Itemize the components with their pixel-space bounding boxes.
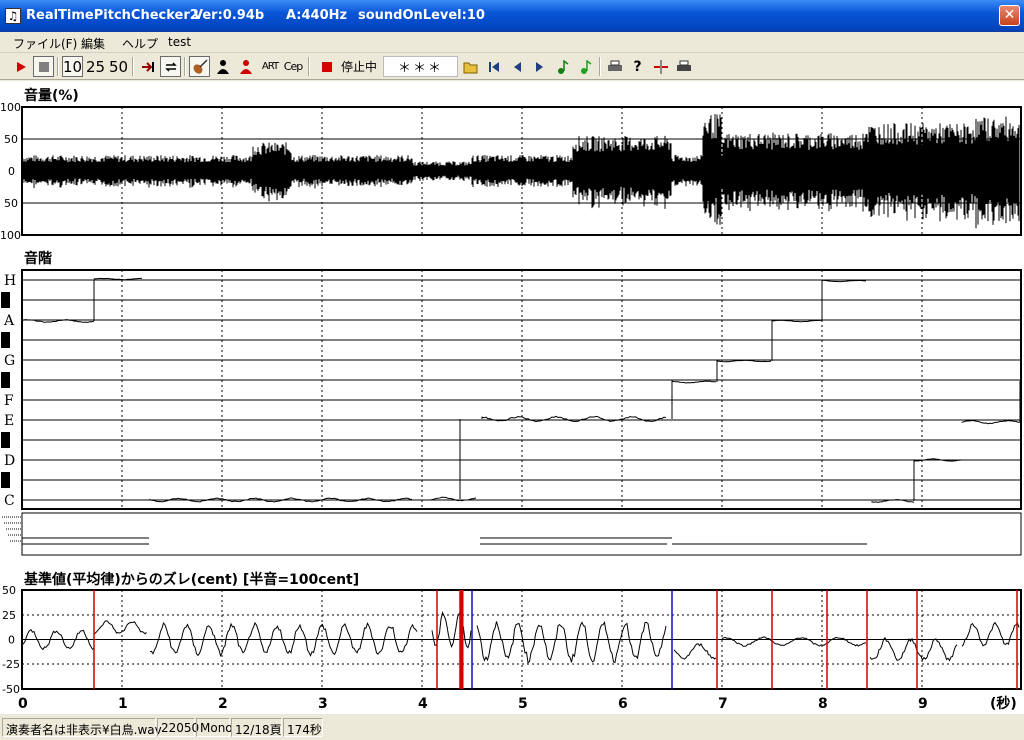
note2-button[interactable] bbox=[575, 56, 596, 77]
next-button[interactable] bbox=[529, 56, 550, 77]
stop-button[interactable] bbox=[33, 56, 54, 77]
main-area: 音量(%) 音階 基準値(平均律)からのズレ(cent) [半音=100cent… bbox=[0, 81, 1024, 714]
print2-icon bbox=[676, 60, 691, 71]
volume-tick-label: 100 bbox=[0, 101, 21, 114]
volume-tick-label: 0 bbox=[8, 165, 15, 178]
record-button[interactable] bbox=[316, 56, 337, 77]
loop-icon bbox=[164, 61, 177, 72]
menu-edit[interactable]: 編集 bbox=[81, 35, 105, 52]
time-tick-label: 2 bbox=[218, 696, 228, 712]
note-icon bbox=[557, 59, 568, 74]
open-folder-button[interactable] bbox=[460, 56, 481, 77]
status-duration: 174秒 bbox=[283, 718, 323, 737]
print-icon bbox=[607, 60, 622, 71]
violin-icon bbox=[193, 58, 208, 74]
time-tick-label: 0 bbox=[18, 696, 28, 712]
black-key-marker bbox=[1, 292, 10, 308]
speed-50-button[interactable]: 50 bbox=[108, 56, 129, 77]
person-button[interactable] bbox=[212, 56, 233, 77]
deviation-tick-label: 25 bbox=[2, 609, 16, 622]
scale-note-label: D bbox=[4, 453, 15, 469]
cep-button[interactable]: Cep bbox=[283, 56, 303, 77]
art-button[interactable]: ART bbox=[260, 56, 280, 77]
black-key-marker bbox=[1, 432, 10, 448]
menu-bar: ファイル(F) 編集 ヘルプ test bbox=[0, 32, 1024, 53]
toolbar: 10 25 50 ART Cep 停止中 ＊＊＊ ? bbox=[0, 53, 1024, 80]
volume-tick-label: 50 bbox=[4, 197, 18, 210]
marker-icon bbox=[653, 59, 668, 74]
prev-icon bbox=[513, 61, 521, 72]
black-key-marker bbox=[1, 472, 10, 488]
marker-button[interactable] bbox=[650, 56, 671, 77]
deviation-tick-label: -50 bbox=[2, 683, 20, 696]
scale-note-label: G bbox=[4, 353, 15, 369]
menu-file[interactable]: ファイル(F) bbox=[13, 35, 77, 52]
person-red-icon bbox=[239, 59, 252, 74]
plot-canvas[interactable]: 10050050100HAGFEDC50250-25-500 1 2 3 4 5 6 7 8 9(… bbox=[0, 81, 1024, 714]
sound-on-level-label: soundOnLevel:10 bbox=[358, 8, 485, 23]
note2-icon bbox=[580, 59, 591, 74]
person-red-button[interactable] bbox=[235, 56, 256, 77]
status-label: 停止中 bbox=[340, 60, 377, 74]
record-icon bbox=[321, 61, 332, 72]
close-button[interactable]: ✕ bbox=[999, 5, 1020, 26]
status-sample-rate: 22050 bbox=[157, 718, 199, 737]
app-icon[interactable]: ♫ bbox=[5, 8, 21, 24]
time-tick-label: 9 bbox=[918, 696, 928, 712]
person-icon bbox=[216, 59, 229, 74]
black-key-marker bbox=[1, 372, 10, 388]
time-tick-label: 8 bbox=[818, 696, 828, 712]
speed-10-button[interactable]: 10 bbox=[62, 56, 83, 77]
scale-note-label: H bbox=[4, 273, 16, 289]
time-tick-label: 7 bbox=[718, 696, 728, 712]
open-folder-icon bbox=[463, 62, 477, 73]
time-tick-label: 5 bbox=[518, 696, 528, 712]
app-name: RealTimePitchChecker2 bbox=[26, 8, 199, 23]
title-bar: ♫ RealTimePitchChecker2 Ver:0.94b A:440H… bbox=[0, 0, 1024, 32]
time-unit-label: (秒) bbox=[990, 695, 1017, 712]
loop-button[interactable] bbox=[160, 56, 181, 77]
prev-button[interactable] bbox=[506, 56, 527, 77]
version-label: Ver:0.94b bbox=[193, 8, 265, 23]
volume-tick-label: 100 bbox=[0, 229, 21, 242]
help-icon: ? bbox=[633, 58, 642, 75]
menu-test[interactable]: test bbox=[168, 35, 191, 49]
a-frequency-label: A:440Hz bbox=[286, 8, 348, 23]
play-button[interactable] bbox=[10, 56, 31, 77]
scale-note-label: A bbox=[3, 313, 15, 329]
help-button[interactable]: ? bbox=[627, 56, 648, 77]
note-button[interactable] bbox=[552, 56, 573, 77]
status-page: 12/18頁 bbox=[231, 718, 282, 737]
menu-help[interactable]: ヘルプ bbox=[122, 35, 158, 52]
note-display: ＊＊＊ bbox=[383, 56, 458, 77]
deviation-tick-label: 0 bbox=[8, 634, 15, 647]
stop-icon bbox=[38, 61, 49, 72]
time-tick-label: 4 bbox=[418, 696, 428, 712]
scale-note-label: C bbox=[4, 493, 15, 509]
time-tick-label: 1 bbox=[118, 696, 128, 712]
status-bar: 演奏者名は非表示¥白鳥.wav 22050 Mono 12/18頁 174秒 bbox=[0, 716, 1024, 740]
scale-note-label: E bbox=[4, 413, 14, 429]
next-icon bbox=[535, 61, 543, 72]
print2-button[interactable] bbox=[673, 56, 694, 77]
skip-end-icon bbox=[141, 61, 154, 72]
status-file: 演奏者名は非表示¥白鳥.wav bbox=[2, 718, 162, 737]
play-icon bbox=[16, 61, 26, 72]
speed-25-button[interactable]: 25 bbox=[85, 56, 106, 77]
time-tick-label: 3 bbox=[318, 696, 328, 712]
violin-button[interactable] bbox=[189, 56, 210, 77]
print-button[interactable] bbox=[604, 56, 625, 77]
volume-tick-label: 50 bbox=[4, 133, 18, 146]
onset-strip bbox=[21, 512, 1022, 556]
scale-note-label: F bbox=[4, 393, 14, 409]
skip-end-button[interactable] bbox=[137, 56, 158, 77]
black-key-marker bbox=[1, 332, 10, 348]
time-tick-label: 6 bbox=[618, 696, 628, 712]
deviation-tick-label: 50 bbox=[2, 584, 16, 597]
deviation-tick-label: -25 bbox=[2, 658, 20, 671]
first-icon bbox=[488, 61, 499, 72]
status-channels: Mono bbox=[196, 718, 233, 737]
first-button[interactable] bbox=[483, 56, 504, 77]
